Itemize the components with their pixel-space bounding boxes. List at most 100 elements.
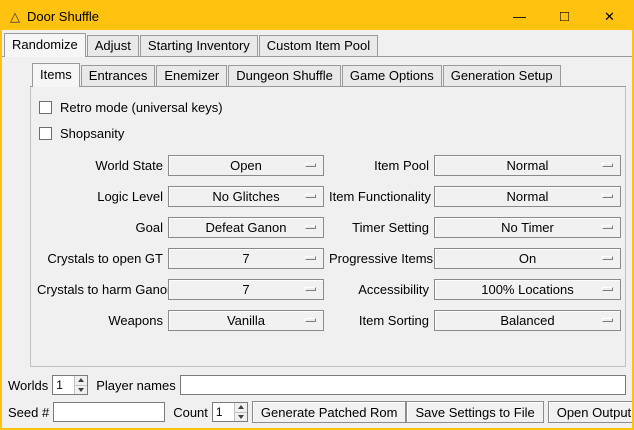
seed-input[interactable] (53, 402, 165, 422)
item-functionality-dropdown[interactable]: Normal (434, 186, 621, 207)
item-pool-value: Normal (507, 158, 549, 173)
app-icon: △ (10, 10, 20, 23)
count-spin-input[interactable] (213, 403, 234, 421)
settings-grid: World State Open Item Pool Normal Logic … (37, 155, 623, 331)
count-spin-up-button[interactable] (235, 403, 247, 412)
dropdown-indicator-icon (602, 287, 613, 291)
weapons-label: Weapons (37, 313, 163, 328)
dropdown-indicator-icon (305, 225, 316, 229)
close-button[interactable]: ✕ (587, 2, 632, 30)
open-output-directory-button[interactable]: Open Output Directory (548, 401, 634, 423)
count-label: Count (173, 405, 208, 420)
world-state-label: World State (37, 158, 163, 173)
tab-game-options[interactable]: Game Options (342, 65, 442, 86)
progressive-items-value: On (519, 251, 536, 266)
tab-dungeon-shuffle[interactable]: Dungeon Shuffle (228, 65, 341, 86)
seed-label: Seed # (8, 405, 49, 420)
worlds-spin-up-button[interactable] (75, 376, 87, 385)
door-shuffle-window: △ Door Shuffle — □ ✕ Randomize Adjust St… (0, 0, 634, 430)
inner-tab-bar: Items Entrances Enemizer Dungeon Shuffle… (30, 63, 626, 87)
dropdown-indicator-icon (602, 194, 613, 198)
crystals-open-gt-dropdown[interactable]: 7 (168, 248, 324, 269)
weapons-value: Vanilla (227, 313, 265, 328)
logic-level-dropdown[interactable]: No Glitches (168, 186, 324, 207)
worlds-spin-input[interactable] (53, 376, 74, 394)
crystals-open-gt-label: Crystals to open GT (37, 251, 163, 266)
worlds-spin-buttons (74, 376, 87, 394)
dropdown-indicator-icon (602, 256, 613, 260)
maximize-button[interactable]: □ (542, 2, 587, 30)
maximize-icon: □ (560, 9, 569, 24)
timer-setting-dropdown[interactable]: No Timer (434, 217, 621, 238)
worlds-label: Worlds (8, 378, 48, 393)
dropdown-indicator-icon (602, 225, 613, 229)
close-icon: ✕ (604, 10, 615, 23)
save-settings-button[interactable]: Save Settings to File (406, 401, 543, 423)
footer-row-2: Seed # Count Generate Patched Rom Save S… (8, 400, 626, 424)
goal-label: Goal (37, 220, 163, 235)
tab-randomize[interactable]: Randomize (4, 33, 86, 57)
minimize-button[interactable]: — (497, 2, 542, 30)
checkbox-shopsanity[interactable]: Shopsanity (39, 123, 623, 143)
item-pool-label: Item Pool (329, 158, 429, 173)
player-names-label: Player names (96, 378, 175, 393)
minimize-icon: — (513, 10, 526, 23)
dropdown-indicator-icon (305, 194, 316, 198)
tab-items[interactable]: Items (32, 63, 80, 87)
player-names-input[interactable] (180, 375, 626, 395)
checkbox-unchecked-icon (39, 127, 52, 140)
arrow-down-icon (238, 415, 244, 419)
crystals-open-gt-value: 7 (242, 251, 249, 266)
window-controls: — □ ✕ (497, 2, 632, 30)
titlebar[interactable]: △ Door Shuffle — □ ✕ (2, 2, 632, 30)
count-spin-buttons (234, 403, 247, 421)
checkbox-retro-mode[interactable]: Retro mode (universal keys) (39, 97, 623, 117)
checkbox-unchecked-icon (39, 101, 52, 114)
arrow-up-icon (238, 405, 244, 409)
tab-custom-item-pool[interactable]: Custom Item Pool (259, 35, 378, 56)
worlds-spin-down-button[interactable] (75, 385, 87, 395)
count-spinbox (212, 402, 248, 422)
arrow-down-icon (78, 388, 84, 392)
arrow-up-icon (78, 378, 84, 382)
tab-adjust[interactable]: Adjust (87, 35, 139, 56)
dropdown-indicator-icon (305, 287, 316, 291)
dropdown-indicator-icon (602, 163, 613, 167)
accessibility-label: Accessibility (329, 282, 429, 297)
item-sorting-dropdown[interactable]: Balanced (434, 310, 621, 331)
crystals-harm-ganon-dropdown[interactable]: 7 (168, 279, 324, 300)
weapons-dropdown[interactable]: Vanilla (168, 310, 324, 331)
randomize-pane: Items Entrances Enemizer Dungeon Shuffle… (30, 63, 626, 367)
outer-tab-bar: Randomize Adjust Starting Inventory Cust… (2, 33, 632, 57)
progressive-items-dropdown[interactable]: On (434, 248, 621, 269)
item-sorting-value: Balanced (500, 313, 554, 328)
accessibility-dropdown[interactable]: 100% Locations (434, 279, 621, 300)
goal-value: Defeat Ganon (206, 220, 287, 235)
timer-setting-value: No Timer (501, 220, 554, 235)
tab-entrances[interactable]: Entrances (81, 65, 156, 86)
checkbox-shopsanity-label: Shopsanity (60, 126, 124, 141)
tab-generation-setup[interactable]: Generation Setup (443, 65, 561, 86)
item-pool-dropdown[interactable]: Normal (434, 155, 621, 176)
world-state-value: Open (230, 158, 262, 173)
logic-level-label: Logic Level (37, 189, 163, 204)
generate-patched-rom-button[interactable]: Generate Patched Rom (252, 401, 407, 423)
goal-dropdown[interactable]: Defeat Ganon (168, 217, 324, 238)
tab-enemizer[interactable]: Enemizer (156, 65, 227, 86)
dropdown-indicator-icon (305, 318, 316, 322)
crystals-harm-ganon-label: Crystals to harm Ganon (37, 282, 163, 297)
world-state-dropdown[interactable]: Open (168, 155, 324, 176)
item-sorting-label: Item Sorting (329, 313, 429, 328)
progressive-items-label: Progressive Items (329, 251, 429, 266)
worlds-spinbox (52, 375, 88, 395)
item-functionality-value: Normal (507, 189, 549, 204)
item-functionality-label: Item Functionality (329, 189, 429, 204)
count-spin-down-button[interactable] (235, 412, 247, 422)
logic-level-value: No Glitches (212, 189, 279, 204)
accessibility-value: 100% Locations (481, 282, 574, 297)
window-title: Door Shuffle (27, 9, 99, 24)
checkbox-retro-mode-label: Retro mode (universal keys) (60, 100, 223, 115)
dropdown-indicator-icon (305, 256, 316, 260)
tab-starting-inventory[interactable]: Starting Inventory (140, 35, 258, 56)
footer-row-1: Worlds Player names (8, 374, 626, 396)
